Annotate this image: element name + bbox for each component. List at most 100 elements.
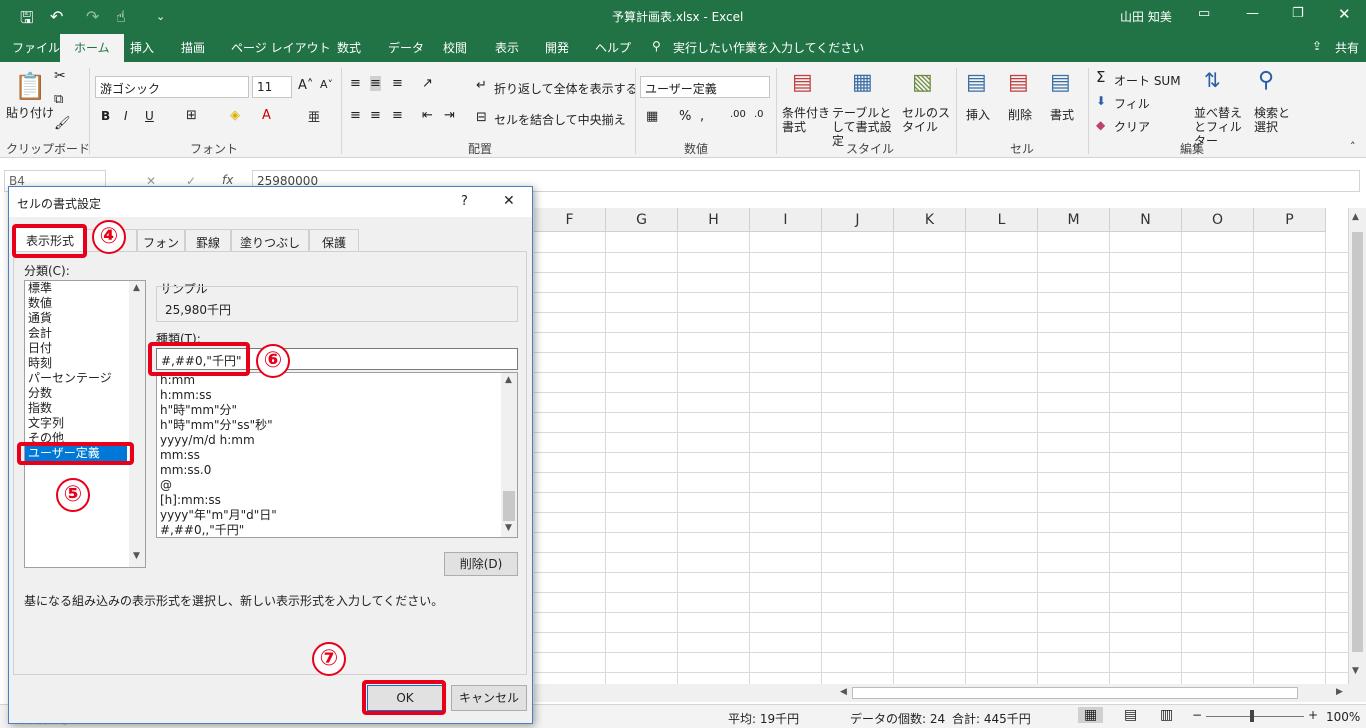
tell-me-input[interactable]: 実行したい作業を入力してください: [673, 39, 864, 56]
scroll-up-icon[interactable]: ▲: [1352, 212, 1359, 222]
normal-view-icon[interactable]: ▦: [1078, 707, 1104, 723]
format-painter-icon[interactable]: 🖌: [54, 116, 71, 131]
category-item[interactable]: 時刻: [25, 356, 145, 371]
paste-button[interactable]: 貼り付け: [6, 104, 54, 121]
undo-icon[interactable]: ↶: [50, 7, 63, 26]
page-break-view-icon[interactable]: ▥: [1160, 707, 1173, 723]
page-layout-view-icon[interactable]: ▤: [1124, 707, 1137, 723]
autosum-button[interactable]: オート SUM: [1114, 72, 1181, 89]
category-item[interactable]: 分数: [25, 386, 145, 401]
column-header-h[interactable]: H: [678, 208, 750, 232]
category-item[interactable]: 文字列: [25, 416, 145, 431]
category-item[interactable]: 会計: [25, 326, 145, 341]
format-item[interactable]: mm:ss: [157, 448, 517, 463]
align-middle-icon[interactable]: ≡: [370, 76, 381, 91]
underline-icon[interactable]: U: [145, 109, 154, 123]
collapse-ribbon-icon[interactable]: ˄: [1350, 140, 1356, 153]
zoom-level[interactable]: 100%: [1326, 710, 1360, 724]
column-header-n[interactable]: N: [1110, 208, 1182, 232]
format-list-thumb[interactable]: [503, 491, 515, 521]
format-item[interactable]: #,##0,,"千円": [157, 523, 517, 537]
tab-draw[interactable]: 描画: [181, 39, 205, 56]
tab-formulas[interactable]: 数式: [337, 39, 361, 56]
align-left-icon[interactable]: ≡: [350, 108, 361, 123]
tab-page-layout[interactable]: ページ レイアウト: [231, 39, 331, 56]
tab-border[interactable]: 罫線: [185, 229, 231, 253]
comma-icon[interactable]: ,: [700, 109, 704, 124]
vertical-scrollbar[interactable]: ▲ ▼: [1348, 208, 1366, 686]
conditional-format-icon[interactable]: ▤: [792, 70, 813, 95]
tab-fill[interactable]: 塗りつぶし: [231, 229, 309, 253]
format-item[interactable]: h"時"mm"分"ss"秒": [157, 418, 517, 433]
number-format-select[interactable]: ユーザー定義: [640, 76, 770, 98]
zoom-slider-thumb[interactable]: [1250, 710, 1254, 722]
clear-button[interactable]: クリア: [1114, 118, 1150, 135]
format-list[interactable]: h:mm h:mm:ss h"時"mm"分" h"時"mm"分"ss"秒" yyyy/m…: [156, 372, 518, 538]
delete-cells-button[interactable]: 削除: [1008, 106, 1032, 123]
shrink-font-icon[interactable]: A˅: [320, 78, 333, 91]
font-size-select[interactable]: 11: [252, 76, 292, 98]
align-top-icon[interactable]: ≡: [350, 76, 361, 91]
tab-data[interactable]: データ: [388, 39, 424, 56]
font-name-select[interactable]: 游ゴシック: [95, 76, 249, 98]
format-item[interactable]: h"時"mm"分": [157, 403, 517, 418]
format-item[interactable]: @: [157, 478, 517, 493]
autosum-icon[interactable]: Σ: [1096, 68, 1105, 86]
paste-icon[interactable]: 📋: [14, 72, 46, 102]
sort-filter-icon[interactable]: ⇅: [1204, 68, 1221, 92]
copy-icon[interactable]: ⧉: [54, 92, 63, 107]
scroll-right-icon[interactable]: ▶: [1336, 687, 1343, 697]
vertical-scroll-thumb[interactable]: [1352, 232, 1363, 652]
zoom-in-icon[interactable]: +: [1308, 708, 1318, 722]
find-icon[interactable]: ⚲: [1258, 68, 1274, 93]
ribbon-display-icon[interactable]: ▭: [1198, 6, 1210, 21]
share-button[interactable]: 共有: [1335, 39, 1359, 56]
touch-mode-icon[interactable]: ☝: [116, 7, 126, 26]
scroll-down-icon[interactable]: ▼: [133, 551, 140, 561]
dialog-close-icon[interactable]: ✕: [503, 193, 515, 209]
category-item[interactable]: 標準: [25, 281, 145, 296]
accounting-icon[interactable]: ▦: [646, 109, 658, 124]
column-header-g[interactable]: G: [606, 208, 678, 232]
phonetic-icon[interactable]: 亜: [308, 108, 320, 125]
redo-icon[interactable]: ↷: [86, 7, 99, 26]
column-header-m[interactable]: M: [1038, 208, 1110, 232]
user-name[interactable]: 山田 知美: [1120, 8, 1172, 25]
tab-developer[interactable]: 開発: [545, 39, 569, 56]
close-window-icon[interactable]: ✕: [1338, 5, 1351, 23]
fill-button[interactable]: フィル: [1114, 95, 1150, 112]
insert-cells-button[interactable]: 挿入: [966, 106, 990, 123]
tab-insert[interactable]: 挿入: [130, 39, 154, 56]
align-bottom-icon[interactable]: ≡: [392, 76, 403, 91]
increase-indent-icon[interactable]: ⇥: [444, 108, 455, 123]
horizontal-scroll-thumb[interactable]: [852, 687, 1298, 699]
share-icon[interactable]: ⇪: [1312, 39, 1322, 53]
minimize-icon[interactable]: —: [1246, 6, 1259, 21]
format-item[interactable]: h:mm:ss: [157, 388, 517, 403]
format-item[interactable]: yyyy/m/d h:mm: [157, 433, 517, 448]
column-header-f[interactable]: F: [534, 208, 606, 232]
format-cells-button[interactable]: 書式: [1050, 106, 1074, 123]
format-list-scrollbar[interactable]: ▲ ▼: [501, 373, 517, 537]
restore-icon[interactable]: ❐: [1292, 6, 1304, 21]
tab-view[interactable]: 表示: [495, 39, 519, 56]
scroll-up-icon[interactable]: ▲: [133, 283, 140, 293]
tab-file[interactable]: ファイル: [12, 39, 60, 56]
clear-icon[interactable]: ◆: [1096, 118, 1105, 132]
align-right-icon[interactable]: ≡: [392, 108, 403, 123]
merge-icon[interactable]: ⊟: [476, 110, 487, 125]
border-icon[interactable]: ⊞: [186, 108, 197, 123]
cut-icon[interactable]: ✂: [54, 68, 66, 84]
category-item[interactable]: 指数: [25, 401, 145, 416]
wrap-text-icon[interactable]: ↵: [476, 78, 487, 93]
tab-home[interactable]: ホーム: [60, 34, 124, 62]
scroll-down-icon[interactable]: ▼: [1352, 666, 1359, 676]
wrap-text-button[interactable]: 折り返して全体を表示する: [494, 80, 638, 97]
insert-cells-icon[interactable]: ▤: [966, 70, 987, 95]
category-item[interactable]: 通貨: [25, 311, 145, 326]
column-header-i[interactable]: I: [750, 208, 822, 232]
delete-cells-icon[interactable]: ▤: [1008, 70, 1029, 95]
tab-review[interactable]: 校閲: [443, 39, 467, 56]
category-item[interactable]: 数値: [25, 296, 145, 311]
column-header-p[interactable]: P: [1254, 208, 1326, 232]
